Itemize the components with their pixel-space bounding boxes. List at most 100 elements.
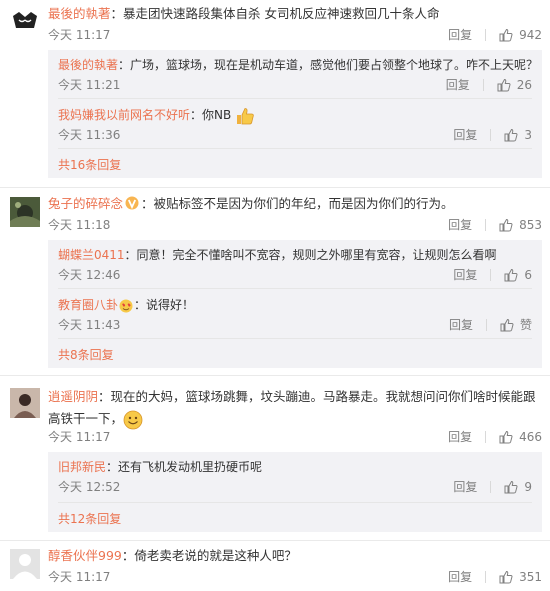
reply-button[interactable]: 回复 bbox=[453, 266, 477, 284]
reply-meta: 今天 11:21 回复 26 bbox=[58, 76, 532, 94]
username-link[interactable]: 逍遥阴阴 bbox=[48, 389, 98, 404]
reply-button[interactable]: 回复 bbox=[448, 26, 472, 44]
username-link[interactable]: 最後的執著 bbox=[58, 58, 118, 72]
timestamp: 今天 11:17 bbox=[48, 570, 111, 584]
reply-button[interactable]: 回复 bbox=[453, 478, 477, 496]
avatar[interactable] bbox=[10, 6, 40, 36]
comment-text: 逍遥阴阴：现在的大妈，篮球场跳舞，坟头蹦迪。马路暴走。我就想问问你们啥时候能跟高… bbox=[48, 386, 542, 430]
more-replies-link[interactable]: 共8条回复 bbox=[58, 346, 114, 364]
divider bbox=[485, 29, 487, 41]
like-button[interactable]: 26 bbox=[497, 76, 532, 94]
reply-button[interactable]: 回复 bbox=[453, 126, 477, 144]
divider bbox=[485, 319, 487, 331]
timestamp: 今天 11:18 bbox=[48, 218, 111, 232]
username-link[interactable]: 我妈嫌我以前网名不好听 bbox=[58, 108, 190, 122]
like-button[interactable]: 942 bbox=[499, 26, 542, 44]
thumbs-up-icon bbox=[499, 430, 513, 444]
thumbs-up-emoji-icon bbox=[237, 107, 254, 124]
reply-text: 教育圈八卦 ：说得好！ bbox=[58, 298, 195, 312]
reply-actions: 回复 9 bbox=[453, 478, 532, 496]
reply-actions: 回复 3 bbox=[453, 126, 532, 144]
timestamp: 今天 11:17 bbox=[48, 430, 111, 444]
reply-button[interactable]: 回复 bbox=[448, 428, 472, 446]
comment-actions: 回复 466 bbox=[448, 428, 542, 446]
reply-actions: 回复 6 bbox=[453, 266, 532, 284]
divider bbox=[58, 502, 532, 503]
thumbs-up-icon bbox=[499, 570, 513, 584]
divider bbox=[58, 288, 532, 289]
divider bbox=[485, 431, 487, 443]
comment-actions: 回复 942 bbox=[448, 26, 542, 44]
like-count: 466 bbox=[519, 430, 542, 444]
reply-list: 蝴蝶兰0411：同意！完全不懂啥叫不宽容，规则之外哪里有宽容，让规则怎么看啊 今… bbox=[48, 240, 542, 368]
heart-eyes-emoji-icon bbox=[119, 299, 133, 312]
reply-button[interactable]: 回复 bbox=[449, 316, 473, 334]
more-replies-link[interactable]: 共12条回复 bbox=[58, 510, 121, 528]
like-button[interactable]: 351 bbox=[499, 568, 542, 586]
like-count: 942 bbox=[519, 28, 542, 42]
username-link[interactable]: 醇香伙伴999 bbox=[48, 548, 122, 563]
like-count: 853 bbox=[519, 218, 542, 232]
reply-item: 蝴蝶兰0411：同意！完全不懂啥叫不宽容，规则之外哪里有宽容，让规则怎么看啊 今… bbox=[58, 246, 532, 286]
avatar[interactable] bbox=[10, 549, 40, 579]
reply-text: 我妈嫌我以前网名不好听：你NB bbox=[58, 106, 532, 125]
reply-button[interactable]: 回复 bbox=[448, 216, 472, 234]
reply-button[interactable]: 回复 bbox=[448, 568, 472, 586]
username-link[interactable]: 最後的執著 bbox=[48, 6, 111, 21]
like-button[interactable]: 6 bbox=[504, 266, 532, 284]
like-button[interactable]: 466 bbox=[499, 428, 542, 446]
username-link[interactable]: 教育圈八卦 bbox=[58, 298, 118, 312]
divider bbox=[58, 98, 532, 99]
smile-emoji-icon bbox=[123, 410, 143, 429]
avatar[interactable] bbox=[10, 197, 40, 227]
timestamp: 今天 11:17 bbox=[48, 28, 111, 42]
like-count: 351 bbox=[519, 570, 542, 584]
comment-meta: 今天 11:17 回复 942 bbox=[48, 26, 542, 44]
reply-text: 旧邦新民：还有飞机发动机里扔硬币呢 bbox=[58, 460, 263, 474]
like-count: 3 bbox=[524, 128, 532, 142]
reply-actions: 回复 26 bbox=[446, 76, 532, 94]
reply-item: 最後的執著：广场，篮球场，现在是机动车道，感觉他们要占领整个地球了。咋不上天呢？… bbox=[58, 56, 539, 96]
reply-text: 最後的執著：广场，篮球场，现在是机动车道，感觉他们要占领整个地球了。咋不上天呢？ bbox=[58, 58, 539, 72]
username-link[interactable]: 兔子的碎碎念 bbox=[48, 196, 123, 211]
reply-item: 我妈嫌我以前网名不好听：你NB 今天 11:36 回复 3 bbox=[58, 106, 532, 146]
comment-actions: 回复 351 bbox=[448, 568, 542, 586]
reply-actions: 回复 赞 bbox=[449, 316, 532, 334]
reply-item: 教育圈八卦 ：说得好！ 今天 11:43 回复 赞 bbox=[58, 296, 532, 336]
username-link[interactable]: 蝴蝶兰0411 bbox=[58, 248, 125, 262]
thumbs-up-icon bbox=[504, 480, 518, 494]
reply-meta: 今天 11:43 回复 赞 bbox=[58, 316, 532, 334]
like-button[interactable]: 赞 bbox=[500, 316, 532, 334]
thumbs-up-icon bbox=[500, 318, 514, 332]
comment-meta: 今天 11:17 回复 466 bbox=[48, 428, 542, 446]
reply-list: 旧邦新民：还有飞机发动机里扔硬币呢 今天 12:52 回复 9 共12条回复 bbox=[48, 452, 542, 532]
comment-meta: 今天 11:17 回复 351 bbox=[48, 568, 542, 586]
divider bbox=[490, 269, 492, 281]
timestamp: 今天 11:43 bbox=[58, 318, 121, 332]
timestamp: 今天 11:36 bbox=[58, 128, 121, 142]
reply-meta: 今天 11:36 回复 3 bbox=[58, 126, 532, 144]
reply-button[interactable]: 回复 bbox=[446, 76, 470, 94]
divider bbox=[482, 79, 484, 91]
reply-text: 蝴蝶兰0411：同意！完全不懂啥叫不宽容，规则之外哪里有宽容，让规则怎么看啊 bbox=[58, 248, 497, 262]
more-replies-link[interactable]: 共16条回复 bbox=[58, 156, 121, 174]
like-button[interactable]: 3 bbox=[504, 126, 532, 144]
reply-meta: 今天 12:52 回复 9 bbox=[58, 478, 532, 496]
username-link[interactable]: 旧邦新民 bbox=[58, 460, 106, 474]
divider bbox=[0, 375, 550, 376]
like-button[interactable]: 853 bbox=[499, 216, 542, 234]
divider bbox=[490, 481, 492, 493]
thumbs-up-icon bbox=[497, 78, 511, 92]
divider bbox=[485, 219, 487, 231]
like-count: 赞 bbox=[519, 318, 532, 332]
divider bbox=[58, 338, 532, 339]
comment-text: 最後的執著：暴走团快速路段集体自杀 女司机反应神速救回几十条人命 bbox=[48, 6, 440, 21]
comment-meta: 今天 11:18 回复 853 bbox=[48, 216, 542, 234]
reply-meta: 今天 12:46 回复 6 bbox=[58, 266, 532, 284]
like-button[interactable]: 9 bbox=[504, 478, 532, 496]
thumbs-up-icon bbox=[504, 128, 518, 142]
divider bbox=[490, 129, 492, 141]
avatar[interactable] bbox=[10, 388, 40, 418]
divider bbox=[0, 540, 550, 541]
thumbs-up-icon bbox=[499, 28, 513, 42]
